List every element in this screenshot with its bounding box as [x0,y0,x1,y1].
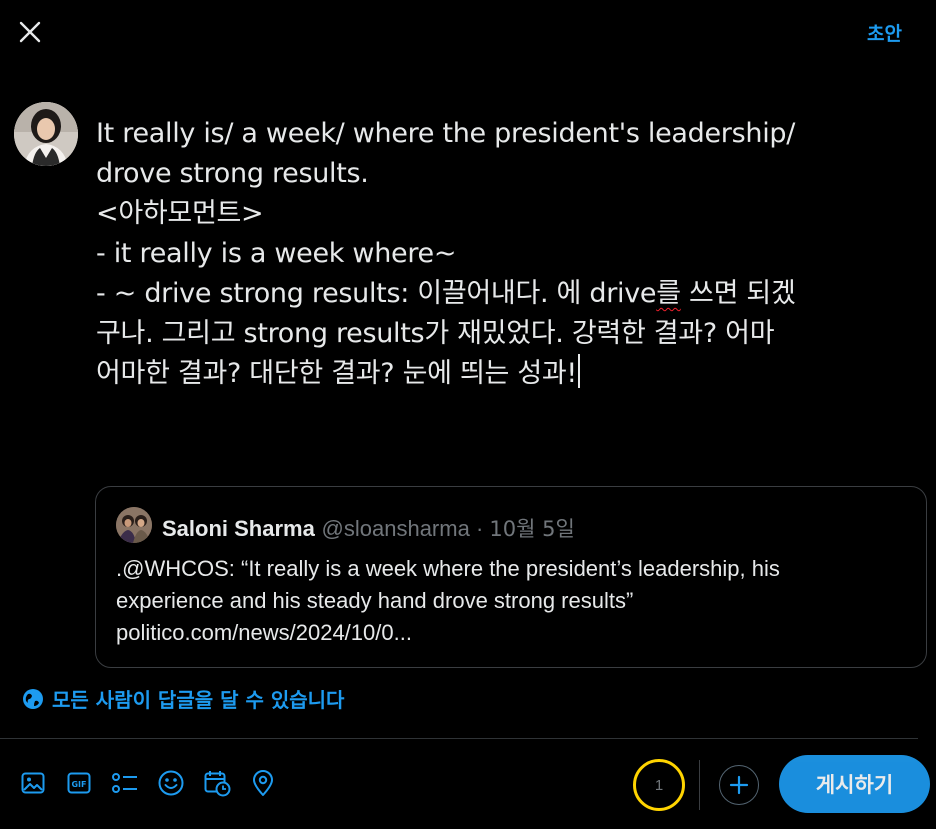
editor-line-text: 쓰면 되겠 [680,278,796,309]
add-post-button[interactable] [719,765,759,805]
quoted-post[interactable]: Saloni Sharma @sloansharma · 10월 5일 .@WH… [95,486,927,668]
editor-line: 구나. 그리고 strong results가 재밌었다. 강력한 결과? 어마 [96,318,775,349]
reply-permission-label: 모든 사람이 답글을 달 수 있습니다 [52,688,345,712]
drafts-button[interactable]: 초안 [867,19,902,46]
editor-line: 어마한 결과? 대단한 결과? 눈에 띄는 성과! [96,354,932,394]
avatar [14,102,78,166]
quoted-author-handle[interactable]: @sloansharma [322,516,470,541]
quoted-text-line: .@WHCOS: “It really is a week where the … [116,556,780,581]
svg-text:GIF: GIF [71,780,86,789]
text-caret [577,354,580,388]
location-pin-icon [253,770,273,796]
globe-icon [23,688,43,709]
meta-separator: · [469,516,490,541]
smiley-icon [158,770,184,796]
emoji-button[interactable] [154,764,188,802]
quoted-post-text: .@WHCOS: “It really is a week where the … [116,553,906,649]
editor-line: It really is/ a week/ where the presiden… [96,118,796,149]
media-button[interactable] [16,764,50,802]
quoted-author-name[interactable]: Saloni Sharma [162,516,315,541]
composer-toolbar: GIF [16,764,280,802]
quoted-post-date[interactable]: 10월 5일 [489,517,574,541]
toolbar-separator [699,760,700,810]
tweet-text-editor[interactable]: It really is/ a week/ where the presiden… [96,114,932,394]
editor-line-text: 어마한 결과? 대단한 결과? 눈에 띄는 성과! [96,358,577,389]
quoted-text-line: experience and his steady hand drove str… [116,588,634,613]
divider [0,738,918,739]
plus-icon [729,775,749,795]
close-icon [19,21,41,43]
calendar-clock-icon [204,771,231,797]
poll-button[interactable] [108,764,142,802]
quoted-header: Saloni Sharma @sloansharma · 10월 5일 [162,513,575,543]
quoted-link[interactable]: politico.com/news/2024/10/0... [116,617,906,649]
reply-permission-button[interactable]: 모든 사람이 답글을 달 수 있습니다 [22,684,344,713]
editor-line-text: - ~ drive strong results: 이끌어내다. 에 drive [96,278,657,309]
close-button[interactable] [12,14,48,50]
gif-button[interactable]: GIF [62,764,96,802]
location-button[interactable] [246,764,280,802]
editor-line: - ~ drive strong results: 이끌어내다. 에 drive… [96,274,932,314]
schedule-button[interactable] [200,764,234,802]
image-icon [21,772,45,794]
quoted-avatar [116,507,152,543]
editor-line: - it really is a week where~ [96,238,457,269]
post-button[interactable]: 게시하기 [779,755,930,813]
editor-line: drove strong results. [96,158,369,189]
poll-icon [112,773,137,793]
spellcheck-word[interactable]: 를 [656,278,681,309]
gif-icon: GIF [67,772,91,794]
editor-line: <아하모먼트> [96,198,264,229]
character-counter: 1 [633,759,685,811]
